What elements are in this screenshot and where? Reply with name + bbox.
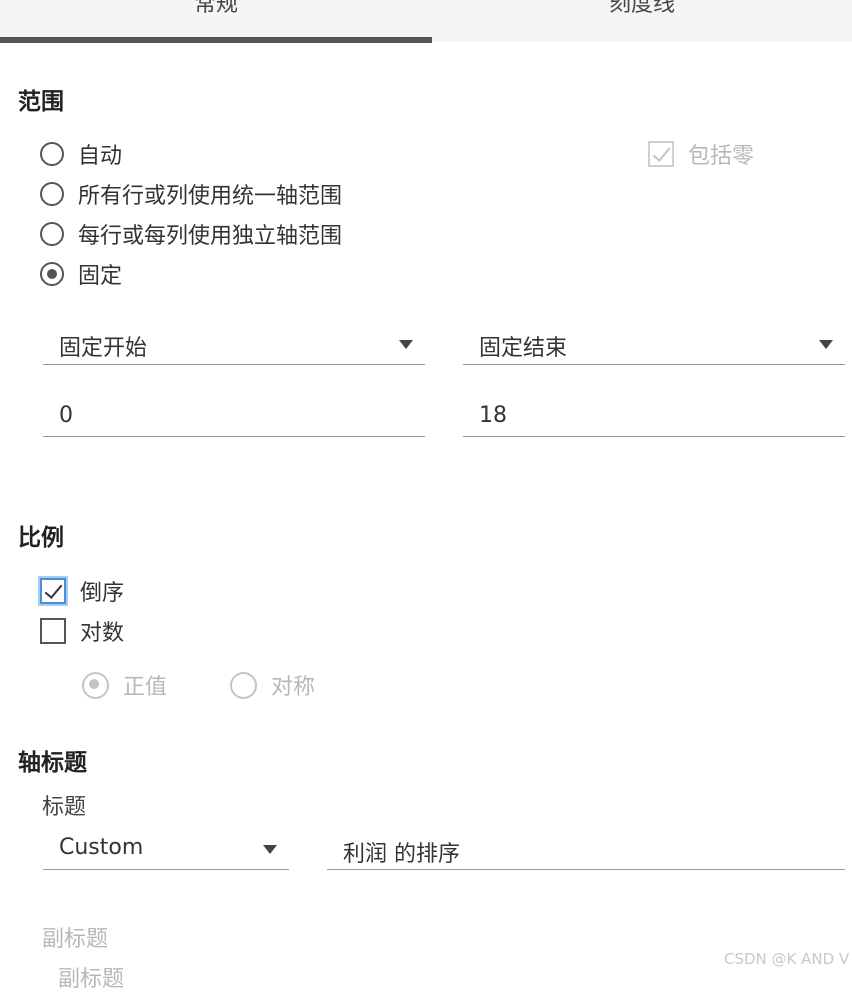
fixed-start-value: 0: [59, 403, 73, 428]
include-zero-label: 包括零: [688, 144, 755, 169]
include-zero-checkbox[interactable]: [648, 141, 674, 167]
range-option-fixed-label: 固定: [78, 264, 123, 289]
chevron-down-icon: [263, 845, 277, 854]
range-option-independent-label: 每行或每列使用独立轴范围: [78, 224, 343, 249]
fixed-end-dropdown[interactable]: 固定结束: [463, 324, 845, 365]
radio-symmetric[interactable]: [230, 671, 257, 699]
chevron-down-icon: [819, 340, 833, 349]
positive-label: 正值: [123, 675, 168, 700]
range-option-fixed[interactable]: 固定: [40, 259, 122, 289]
range-option-auto[interactable]: 自动: [40, 139, 122, 169]
tab-general[interactable]: 常规: [0, 0, 432, 28]
range-option-uniform-label: 所有行或列使用统一轴范围: [78, 184, 343, 209]
title-text-value: 利润 的排序: [343, 842, 460, 867]
logarithmic-option[interactable]: 对数: [40, 616, 124, 646]
radio-positive[interactable]: [82, 671, 109, 699]
title-label: 标题: [42, 795, 87, 820]
radio-fixed[interactable]: [40, 262, 64, 286]
fixed-end-dropdown-label: 固定结束: [479, 336, 568, 361]
chevron-down-icon: [399, 340, 413, 349]
logarithmic-checkbox[interactable]: [40, 618, 66, 644]
subtitle-input-placeholder: 副标题: [58, 967, 125, 992]
reversed-checkbox[interactable]: [40, 578, 66, 604]
include-zero-option[interactable]: 包括零: [648, 139, 754, 169]
fixed-end-input[interactable]: 18: [463, 394, 845, 437]
subtitle-label: 副标题: [42, 927, 109, 952]
title-mode-dropdown[interactable]: Custom: [43, 829, 289, 870]
symmetric-option[interactable]: 对称: [230, 670, 315, 700]
range-option-uniform[interactable]: 所有行或列使用统一轴范围: [40, 179, 342, 209]
range-option-auto-label: 自动: [78, 144, 123, 169]
range-section-title: 范围: [18, 89, 64, 115]
logarithmic-label: 对数: [80, 621, 125, 646]
range-option-independent[interactable]: 每行或每列使用独立轴范围: [40, 219, 342, 249]
tab-tick-marks[interactable]: 刻度线: [432, 0, 852, 28]
axis-title-section-title: 轴标题: [18, 750, 87, 776]
radio-uniform[interactable]: [40, 182, 64, 206]
positive-option[interactable]: 正值: [82, 670, 167, 700]
radio-auto[interactable]: [40, 142, 64, 166]
title-text-input[interactable]: 利润 的排序: [327, 829, 845, 870]
reversed-option[interactable]: 倒序: [40, 576, 124, 606]
checkmark-icon: [44, 580, 63, 599]
fixed-end-value: 18: [479, 403, 507, 428]
fixed-start-dropdown[interactable]: 固定开始: [43, 324, 425, 365]
scale-section-title: 比例: [18, 525, 64, 551]
reversed-label: 倒序: [80, 581, 125, 606]
checkmark-icon: [652, 143, 671, 162]
fixed-start-dropdown-label: 固定开始: [59, 336, 148, 361]
fixed-start-input[interactable]: 0: [43, 394, 425, 437]
watermark: CSDN @K AND V: [724, 950, 850, 968]
radio-independent[interactable]: [40, 222, 64, 246]
active-tab-indicator: [0, 37, 432, 43]
symmetric-label: 对称: [271, 675, 316, 700]
title-mode-value: Custom: [59, 835, 144, 860]
